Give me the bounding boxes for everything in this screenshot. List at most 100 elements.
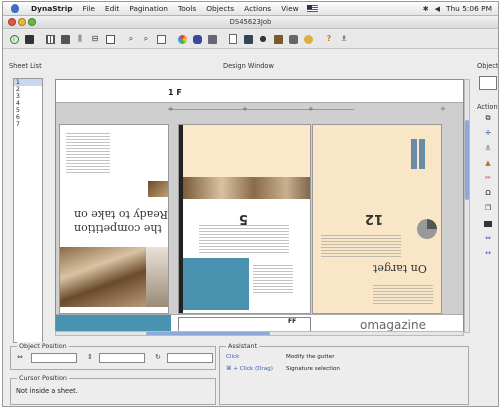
left-headline-2: the competition <box>74 222 162 235</box>
stamp-icon[interactable]: ▲ <box>484 159 493 168</box>
menu-edit[interactable]: Edit <box>100 4 124 13</box>
menu-file[interactable]: File <box>78 4 100 13</box>
film-icon[interactable] <box>242 33 254 45</box>
menubar-clock[interactable]: Thu 5:06 PM <box>446 4 492 13</box>
link-icon[interactable]: ⇔ <box>484 234 493 243</box>
info-icon[interactable]: i <box>8 33 20 45</box>
proof-icon[interactable] <box>287 33 299 45</box>
sheet-item[interactable]: 7 <box>14 121 42 128</box>
assistant-icon[interactable]: ♗ <box>338 33 350 45</box>
actions-palette: ⧉ ✛ ⚓ ▲ ✂ Ω ❐ ⇔ ↔ <box>480 114 496 258</box>
teal-block <box>183 258 249 310</box>
cursor-position-panel: Cursor Position Not inside a sheet. <box>10 374 216 405</box>
zoom-in-icon[interactable]: ⌕ <box>125 33 137 45</box>
rotation-field[interactable] <box>167 353 213 363</box>
menu-objects[interactable]: Objects <box>201 4 239 13</box>
volume-icon[interactable]: ◀ <box>435 5 440 13</box>
crop-mark-icon: + <box>308 105 314 113</box>
fold-icon[interactable]: ⊟ <box>89 33 101 45</box>
crop-mark-icon: + <box>440 105 446 113</box>
sheet-item[interactable]: 6 <box>14 114 42 121</box>
apple-menu-icon[interactable] <box>9 3 21 15</box>
menu-pagination[interactable]: Pagination <box>124 4 173 13</box>
sheet-item[interactable]: 4 <box>14 100 42 107</box>
columns-icon[interactable]: ⫼ <box>74 33 86 45</box>
stack-icon[interactable] <box>104 33 116 45</box>
right-headline: On target <box>373 262 427 275</box>
cursor-position-title: Cursor Position <box>17 374 69 382</box>
sheet-item[interactable]: 1 <box>14 79 42 86</box>
photo <box>60 247 146 307</box>
assistant-key: Click <box>226 354 240 360</box>
app-window: DynaStrip File Edit Pagination Tools Obj… <box>2 1 499 407</box>
sheet-item[interactable]: 5 <box>14 107 42 114</box>
assistant-desc: Modify the gutter <box>286 354 335 360</box>
page-middle[interactable]: 5 <box>178 124 311 314</box>
document-icon[interactable] <box>227 33 239 45</box>
plate-icon[interactable] <box>272 33 284 45</box>
page-left[interactable]: Ready to take on the competition <box>59 124 169 314</box>
fold-guide <box>168 109 354 110</box>
drop-icon[interactable]: ● <box>257 33 269 45</box>
duplicate-icon[interactable]: ❐ <box>484 204 493 213</box>
copy-icon[interactable]: ⧉ <box>484 114 493 123</box>
color-wheel-icon[interactable] <box>176 33 188 45</box>
design-canvas[interactable]: 1 F + + + + Ready to take on the competi… <box>55 79 464 333</box>
horizontal-scroll-thumb[interactable] <box>146 332 270 335</box>
photo <box>419 139 425 169</box>
right-page-number: 12 <box>365 211 384 226</box>
sheet-list-label: Sheet List <box>9 62 42 70</box>
vertical-scroll-thumb[interactable] <box>465 120 469 200</box>
assistant-panel: Assistant Click Modify the gutter ⌘ + Cl… <box>219 342 469 405</box>
photo <box>146 247 168 307</box>
horizontal-scrollbar[interactable] <box>55 331 464 336</box>
ticket-icon[interactable] <box>302 33 314 45</box>
help-icon[interactable]: ? <box>323 33 335 45</box>
input-flag-icon[interactable] <box>306 5 318 12</box>
database-icon[interactable] <box>191 33 203 45</box>
photo <box>148 181 168 197</box>
arrows-icon[interactable]: ↔ <box>484 249 493 258</box>
no-zoom-icon[interactable] <box>155 33 167 45</box>
object-position-title: Object Position <box>17 342 69 350</box>
layout-grid-icon[interactable] <box>44 33 56 45</box>
menu-tools[interactable]: Tools <box>173 4 201 13</box>
sheet-header: 1 F <box>56 80 463 103</box>
assistant-key: ⌘ + Click (Drag) <box>226 366 273 372</box>
photo <box>183 177 310 199</box>
title-bar: DS45623Job <box>3 16 498 29</box>
menu-app[interactable]: DynaStrip <box>26 4 78 13</box>
cut-icon[interactable]: ✂ <box>484 174 493 183</box>
rotate-icon: ↻ <box>155 353 161 361</box>
anchor-icon[interactable]: ⚓ <box>484 144 493 153</box>
zoom-out-icon[interactable]: ⌕ <box>140 33 152 45</box>
save-icon[interactable] <box>23 33 35 45</box>
cursor-position-text: Not inside a sheet. <box>16 387 78 395</box>
left-headline-1: Ready to take on <box>74 208 168 221</box>
magazine-word: omagazine <box>360 318 426 332</box>
sheet-item[interactable]: 2 <box>14 86 42 93</box>
object-label: Object <box>477 62 499 70</box>
sheet-icon[interactable] <box>59 33 71 45</box>
pie-graphic <box>417 219 437 239</box>
crop-mark-icon: + <box>168 105 174 113</box>
vertical-scrollbar[interactable] <box>464 79 470 333</box>
headphone-icon[interactable]: Ω <box>484 189 493 198</box>
menu-actions[interactable]: Actions <box>239 4 276 13</box>
middle-page-number: 5 <box>239 211 249 226</box>
assistant-title: Assistant <box>226 342 260 350</box>
menu-view[interactable]: View <box>276 4 304 13</box>
move-icon[interactable]: ✛ <box>484 129 493 138</box>
actions-label: Actions <box>477 103 499 111</box>
sheet-list[interactable]: 1 2 3 4 5 6 7 <box>13 78 43 343</box>
page-right[interactable]: 12 On target <box>312 124 442 314</box>
assistant-row: Click Modify the gutter <box>226 354 335 360</box>
object-swatch[interactable] <box>479 76 497 90</box>
fill-icon[interactable] <box>484 219 493 228</box>
y-position-field[interactable] <box>99 353 145 363</box>
bluetooth-icon[interactable]: ✱ <box>423 5 429 13</box>
sheet-item[interactable]: 3 <box>14 93 42 100</box>
toolbar: i ⫼ ⊟ ⌕ ⌕ ● ? ♗ <box>3 30 498 49</box>
x-position-field[interactable] <box>31 353 77 363</box>
print-icon[interactable] <box>206 33 218 45</box>
